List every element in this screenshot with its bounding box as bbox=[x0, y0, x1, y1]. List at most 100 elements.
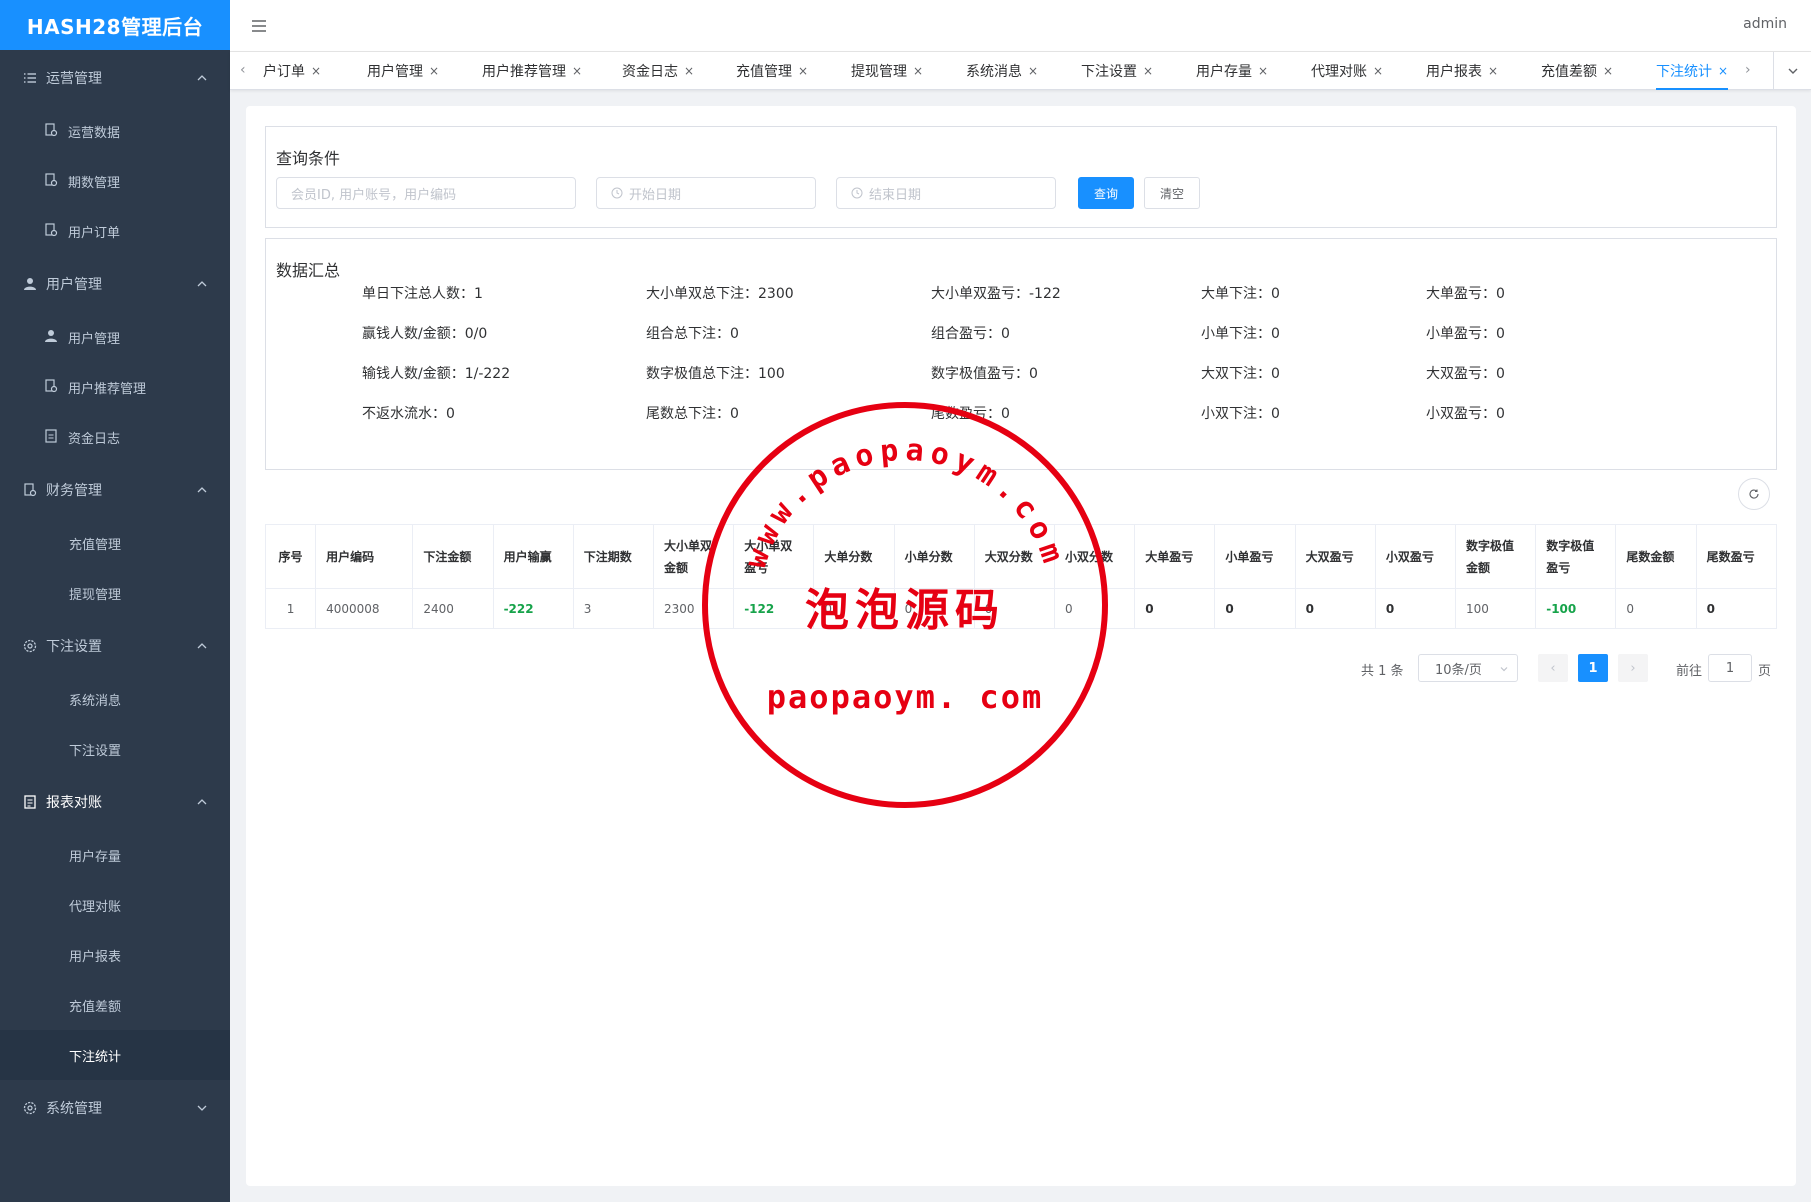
tab-3[interactable]: 资金日志 × bbox=[622, 52, 694, 90]
tab-6[interactable]: 系统消息 × bbox=[966, 52, 1038, 90]
summary-stat: 小双下注：0 bbox=[1201, 406, 1280, 422]
tab-label: 资金日志 bbox=[622, 64, 678, 80]
chevron-up-icon bbox=[197, 75, 207, 81]
tab-label: 用户管理 bbox=[367, 64, 423, 80]
user-menu[interactable]: admin bbox=[1743, 16, 1787, 32]
search-button[interactable]: 查询 bbox=[1078, 177, 1134, 209]
tab-9[interactable]: 代理对账 × bbox=[1311, 52, 1383, 90]
column-header: 数字极值 盈亏 bbox=[1535, 524, 1617, 589]
tab-scroll-left-icon[interactable]: ‹ bbox=[240, 62, 246, 78]
menu-group-label: 报表对账 bbox=[46, 795, 102, 811]
sidebar-item-label: 充值管理 bbox=[69, 537, 122, 553]
main-content: 查询条件 会员ID, 用户账号，用户编码 开始日期 结束日期 查询 清空 数据汇… bbox=[246, 106, 1796, 1186]
hamburger-icon[interactable] bbox=[250, 17, 268, 35]
tab-10[interactable]: 用户报表 × bbox=[1426, 52, 1498, 90]
sidebar-item-withdraw[interactable]: 提现管理 bbox=[0, 568, 230, 618]
close-icon[interactable]: × bbox=[1028, 64, 1038, 78]
sidebar-item-user-orders[interactable]: 用户订单 bbox=[0, 206, 230, 256]
report-icon bbox=[22, 794, 38, 810]
close-icon[interactable]: × bbox=[798, 64, 808, 78]
tab-menu-button[interactable] bbox=[1773, 52, 1811, 90]
menu-group-finance[interactable]: 财务管理 bbox=[0, 462, 230, 518]
tab-label: 下注设置 bbox=[1081, 64, 1137, 80]
page-size-select[interactable]: 10条/页 bbox=[1418, 654, 1518, 682]
tab-4[interactable]: 充值管理 × bbox=[736, 52, 808, 90]
close-icon[interactable]: × bbox=[1603, 64, 1613, 78]
close-icon[interactable]: × bbox=[429, 64, 439, 78]
tab-2[interactable]: 用户推荐管理 × bbox=[482, 52, 582, 90]
tab-0[interactable]: 户订单 × bbox=[263, 52, 321, 90]
menu-group-operations[interactable]: 运营管理 bbox=[0, 50, 230, 106]
column-header: 大双盈亏 bbox=[1294, 524, 1376, 589]
next-page-button[interactable]: › bbox=[1618, 654, 1648, 682]
column-header: 小单盈亏 bbox=[1214, 524, 1296, 589]
tab-12[interactable]: 下注统计 × bbox=[1656, 52, 1729, 90]
chevron-down-icon bbox=[197, 1105, 207, 1111]
column-header: 大单分数 bbox=[813, 524, 895, 589]
start-date-input[interactable]: 开始日期 bbox=[596, 177, 816, 209]
refresh-button[interactable] bbox=[1738, 478, 1770, 510]
close-icon[interactable]: × bbox=[913, 64, 923, 78]
sidebar-item-user-report[interactable]: 用户报表 bbox=[0, 930, 230, 980]
close-icon[interactable]: × bbox=[1488, 64, 1498, 78]
sidebar-item-ops-data[interactable]: 运营数据 bbox=[0, 106, 230, 156]
table-cell: 0 bbox=[1214, 588, 1296, 629]
menu-group-reports[interactable]: 报表对账 bbox=[0, 774, 230, 830]
chevron-up-icon bbox=[197, 487, 207, 493]
chevron-up-icon bbox=[197, 799, 207, 805]
sidebar-item-fund-log[interactable]: 资金日志 bbox=[0, 412, 230, 462]
menu-group-bet-settings[interactable]: 下注设置 bbox=[0, 618, 230, 674]
sidebar-item-referrals[interactable]: 用户推荐管理 bbox=[0, 362, 230, 412]
tab-label: 用户存量 bbox=[1196, 64, 1252, 80]
close-icon[interactable]: × bbox=[1373, 64, 1383, 78]
tab-8[interactable]: 用户存量 × bbox=[1196, 52, 1268, 90]
tab-7[interactable]: 下注设置 × bbox=[1081, 52, 1153, 90]
close-icon[interactable]: × bbox=[684, 64, 694, 78]
close-icon[interactable]: × bbox=[1718, 64, 1728, 78]
file-icon bbox=[44, 429, 60, 445]
clear-button[interactable]: 清空 bbox=[1144, 177, 1200, 209]
sidebar-item-system-messages[interactable]: 系统消息 bbox=[0, 674, 230, 724]
sidebar-item-recharge[interactable]: 充值管理 bbox=[0, 518, 230, 568]
sidebar-item-label: 用户管理 bbox=[68, 331, 121, 347]
tab-scroll-right-icon[interactable]: › bbox=[1745, 62, 1751, 78]
close-icon[interactable]: × bbox=[1258, 64, 1268, 78]
menu-group-users[interactable]: 用户管理 bbox=[0, 256, 230, 312]
summary-stat: 输钱人数/金额：1/-222 bbox=[362, 366, 511, 382]
table-cell: 4000008 bbox=[315, 588, 414, 629]
menu-group-system[interactable]: 系统管理 bbox=[0, 1080, 230, 1136]
tab-label: 户订单 bbox=[263, 64, 305, 80]
table-cell: 0 bbox=[1374, 588, 1457, 629]
column-header: 序号 bbox=[264, 524, 317, 589]
table-cell: 0 bbox=[813, 588, 895, 629]
close-icon[interactable]: × bbox=[1143, 64, 1153, 78]
prev-page-button[interactable]: ‹ bbox=[1538, 654, 1568, 682]
tab-11[interactable]: 充值差额 × bbox=[1541, 52, 1613, 90]
sidebar-item-user-manage[interactable]: 用户管理 bbox=[0, 312, 230, 362]
tab-1[interactable]: 用户管理 × bbox=[367, 52, 439, 90]
table-cell: 0 bbox=[973, 588, 1056, 629]
sidebar-item-periods[interactable]: 期数管理 bbox=[0, 156, 230, 206]
member-search-input[interactable]: 会员ID, 用户账号，用户编码 bbox=[276, 177, 576, 209]
tab-5[interactable]: 提现管理 × bbox=[851, 52, 923, 90]
tab-label: 充值管理 bbox=[736, 64, 792, 80]
tab-label: 系统消息 bbox=[966, 64, 1022, 80]
sidebar-item-user-stock[interactable]: 用户存量 bbox=[0, 830, 230, 880]
goto-label: 前往 bbox=[1676, 664, 1703, 679]
sidebar-item-bet-settings[interactable]: 下注设置 bbox=[0, 724, 230, 774]
close-icon[interactable]: × bbox=[311, 64, 321, 78]
query-title: 查询条件 bbox=[276, 149, 341, 168]
goto-page-input[interactable] bbox=[1708, 654, 1752, 682]
close-icon[interactable]: × bbox=[572, 64, 582, 78]
table-cell: 2300 bbox=[652, 588, 735, 629]
page-number-button[interactable]: 1 bbox=[1578, 654, 1608, 682]
end-date-input[interactable]: 结束日期 bbox=[836, 177, 1056, 209]
table-cell: 0 bbox=[893, 588, 975, 629]
sidebar-item-agent-reconcile[interactable]: 代理对账 bbox=[0, 880, 230, 930]
column-header: 大单盈亏 bbox=[1134, 524, 1216, 589]
sidebar-item-bet-stats[interactable]: 下注统计 bbox=[0, 1030, 230, 1080]
table-cell: 2400 bbox=[412, 588, 494, 629]
sidebar-item-recharge-diff[interactable]: 充值差额 bbox=[0, 980, 230, 1030]
sidebar-item-label: 系统消息 bbox=[69, 693, 122, 709]
chevron-down-icon bbox=[1500, 667, 1508, 672]
